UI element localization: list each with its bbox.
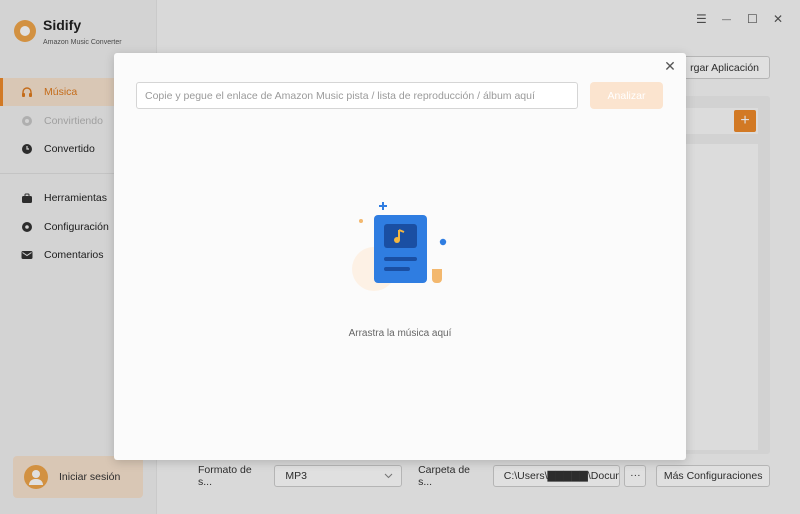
drop-hint-text: Arrastra la música aquí: [348, 328, 452, 339]
music-drop-illustration-icon: [352, 202, 447, 291]
analyze-button[interactable]: Analizar: [590, 82, 663, 109]
close-icon[interactable]: ✕: [662, 58, 678, 74]
add-music-dialog: ✕ Analizar Arrastra la música aquí: [114, 53, 686, 460]
url-input[interactable]: [136, 82, 578, 109]
